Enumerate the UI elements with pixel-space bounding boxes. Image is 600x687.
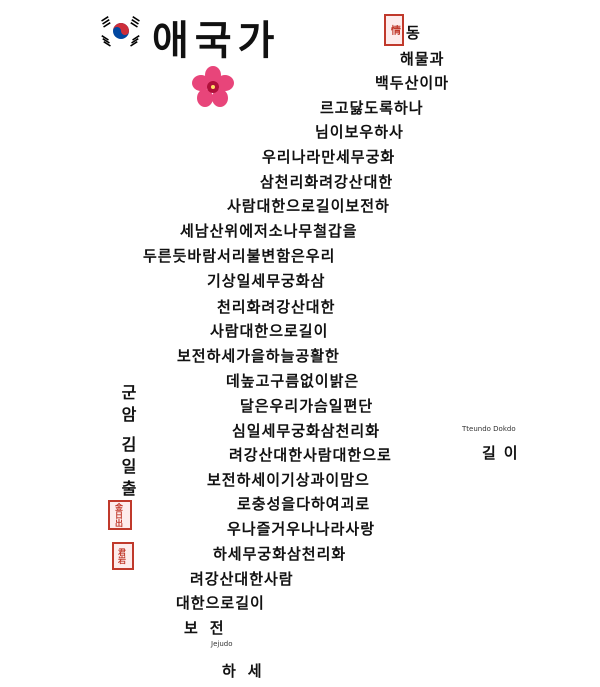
lyric-line-15: 데높고구름없이밝은 <box>226 372 360 390</box>
jejudo-label: Jejudo <box>211 640 233 648</box>
lyric-line-1: 동 <box>406 24 421 42</box>
lyric-line-7: 삼천리화려강산대한 <box>260 173 394 191</box>
lyric-line-5: 님이보우하사 <box>315 123 404 141</box>
lyric-line-16: 달은우리가슴일편단 <box>240 397 374 415</box>
lyric-line-14: 보전하세가을하늘공활한 <box>177 347 340 365</box>
lyric-line-18: 려강산대한사람대한으로 <box>229 446 392 464</box>
lyric-line-8: 사람대한으로길이보전하 <box>227 197 390 215</box>
lyric-line-22: 하세무궁화삼천리화 <box>213 545 347 563</box>
lyric-line-2: 해물과 <box>400 50 445 68</box>
lyric-line-6: 우리나라만세무궁화 <box>262 148 396 166</box>
signature-name: 김일출 <box>118 436 137 502</box>
lyric-line-13: 사람대한으로길이 <box>210 322 329 340</box>
lyric-line-25: 보전 <box>184 619 236 637</box>
dokdo-label: Tteundo Dokdo <box>462 425 516 433</box>
lyric-line-21: 우나즐거우나나라사랑 <box>227 520 376 538</box>
page-title: 애국가 <box>152 18 281 64</box>
seal-top: 情 <box>384 14 404 46</box>
seal-pen-name: 君岩 <box>112 542 134 570</box>
lyric-line-9: 세남산위에저소나무철갑을 <box>180 222 358 240</box>
lyric-line-24: 대한으로길이 <box>176 594 265 612</box>
lyric-line-3: 백두산이마 <box>375 74 450 92</box>
signature-pen-name: 군암 <box>118 384 137 428</box>
lyric-line-19: 보전하세이기상과이맘으 <box>207 471 370 489</box>
lyric-line-11: 기상일세무궁화삼 <box>207 272 326 290</box>
mugunghwa-flower-icon <box>192 66 234 108</box>
taegukgi-flag <box>96 14 146 48</box>
lyric-line-20: 로충성을다하여괴로 <box>237 495 371 513</box>
seal-name: 金日出 <box>108 500 132 530</box>
lyric-line-12: 천리화려강산대한 <box>217 298 336 316</box>
side-text: 길이 <box>482 444 526 462</box>
lyric-line-23: 려강산대한사람 <box>190 570 294 588</box>
lyric-line-26: 하세 <box>222 662 274 680</box>
lyric-line-17: 심일세무궁화삼천리화 <box>232 422 381 440</box>
lyric-line-10: 두른듯바람서리불변함은우리 <box>143 247 336 265</box>
lyric-line-4: 르고닳도록하나 <box>320 99 424 117</box>
